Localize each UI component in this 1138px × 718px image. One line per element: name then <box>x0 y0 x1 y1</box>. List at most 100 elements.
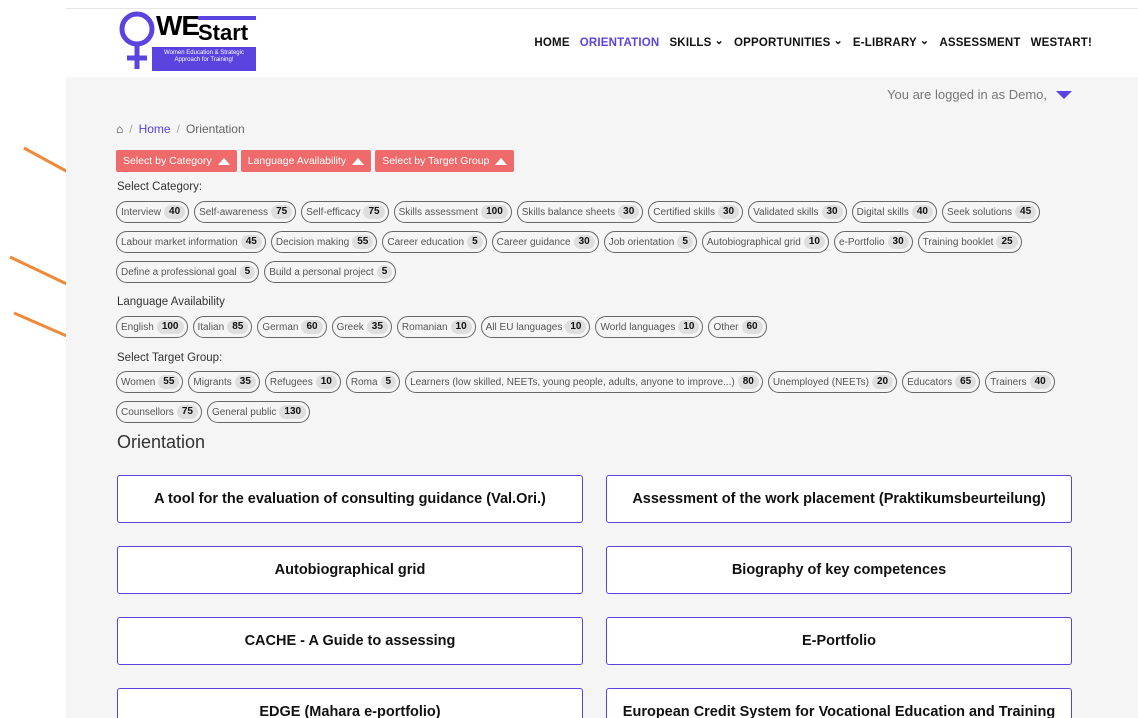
count-badge: 25 <box>996 235 1018 249</box>
breadcrumb-current: Orientation <box>185 122 245 136</box>
chip-seek-solutions[interactable]: Seek solutions 45 <box>941 201 1041 223</box>
chip-digital-skills[interactable]: Digital skills 40 <box>851 201 937 223</box>
tool-card-biography-of-key-competences[interactable]: Biography of key competences <box>606 546 1072 594</box>
count-badge: 60 <box>741 320 763 334</box>
count-badge: 75 <box>363 205 385 219</box>
chip-self-efficacy[interactable]: Self-efficacy 75 <box>301 201 389 223</box>
chip-certified-skills[interactable]: Certified skills 30 <box>648 201 744 223</box>
user-menu-caret-icon[interactable] <box>1056 90 1072 99</box>
select-target-group-label: Select Target Group: <box>117 352 223 364</box>
chip-label: Migrants <box>193 376 232 388</box>
count-badge: 65 <box>955 375 977 389</box>
chip-interview[interactable]: Interview 40 <box>116 201 190 223</box>
chip-all-eu-languages[interactable]: All EU languages 10 <box>480 316 591 338</box>
chip-women[interactable]: Women 55 <box>116 371 184 393</box>
count-badge: 40 <box>911 205 933 219</box>
chip-job-orientation[interactable]: Job orientation 5 <box>603 231 697 253</box>
count-badge: 40 <box>164 205 186 219</box>
breadcrumb: ⌂ / Home / Orientation <box>116 122 245 136</box>
chip-label: Job orientation <box>608 236 675 248</box>
tool-card-a-tool-for-the-evaluation-of-consulting-[interactable]: A tool for the evaluation of consulting … <box>117 475 583 523</box>
nav-orientation[interactable]: ORIENTATION <box>580 37 660 49</box>
chip-trainers[interactable]: Trainers 40 <box>985 371 1055 393</box>
nav-label: E-LIBRARY <box>852 37 917 49</box>
tool-card-european-credit-system-for-vocational-ed[interactable]: European Credit System for Vocational Ed… <box>606 688 1072 718</box>
user-status[interactable]: You are logged in as Demo, <box>887 87 1072 102</box>
nav-opportunities[interactable]: OPPORTUNITIES ⌄ <box>734 35 843 49</box>
filter-label: Language Availability <box>247 155 347 167</box>
chip-self-awareness[interactable]: Self-awareness 75 <box>194 201 297 223</box>
nav-label: ORIENTATION <box>579 37 660 49</box>
chip-refugees[interactable]: Refugees 10 <box>264 371 341 393</box>
tool-card-autobiographical-grid[interactable]: Autobiographical grid <box>117 546 583 594</box>
chip-learners-low-skilled-neets-young-people-[interactable]: Learners (low skilled, NEETs, young peop… <box>405 371 763 393</box>
chip-validated-skills[interactable]: Validated skills 30 <box>748 201 847 223</box>
target-group-chips: Women 55 Migrants 35 Refugees 10 Roma 5 Learners… <box>116 371 1116 423</box>
chip-labour-market-information[interactable]: Labour market information 45 <box>116 231 266 253</box>
language-chips: English 100 Italian 85 German 60 Greek 35 Romani… <box>116 316 1116 338</box>
chip-italian[interactable]: Italian 85 <box>192 316 253 338</box>
select-by-category-button[interactable]: Select by Category <box>116 150 237 172</box>
nav-e-library[interactable]: E-LIBRARY ⌄ <box>852 35 929 49</box>
language-availability-button[interactable]: Language Availability <box>240 150 372 172</box>
tool-card-cache-a-guide-to-assessing[interactable]: CACHE - A Guide to assessing <box>117 617 583 665</box>
chip-label: Greek <box>336 321 364 333</box>
select-by-target-group-button[interactable]: Select by Target Group <box>375 150 515 172</box>
westart-logo[interactable]: WE Start Women Education & Strategic App… <box>118 11 268 71</box>
chip-career-education[interactable]: Career education 5 <box>382 231 487 253</box>
chip-other[interactable]: Other 60 <box>708 316 767 338</box>
nav-home[interactable]: HOME <box>534 37 569 49</box>
breadcrumb-separator: / <box>176 122 180 136</box>
breadcrumb-home-link[interactable]: Home <box>139 122 171 136</box>
chip-training-booklet[interactable]: Training booklet 25 <box>917 231 1022 253</box>
count-badge: 55 <box>352 235 374 249</box>
chip-romanian[interactable]: Romanian 10 <box>396 316 476 338</box>
count-badge: 20 <box>871 375 894 389</box>
chip-define-a-professional-goal[interactable]: Define a professional goal 5 <box>116 261 260 283</box>
chip-label: Define a professional goal <box>121 266 237 278</box>
home-icon[interactable]: ⌂ <box>116 122 123 136</box>
main-content: You are logged in as Demo, ⌂ / Home / Or… <box>66 77 1138 718</box>
nav-assessment[interactable]: ASSESSMENT <box>939 37 1020 49</box>
chip-skills-assessment[interactable]: Skills assessment 100 <box>393 201 512 223</box>
nav-label: ASSESSMENT <box>939 37 1021 49</box>
chip-english[interactable]: English 100 <box>116 316 188 338</box>
chip-label: Counsellors <box>121 406 174 418</box>
page: WE Start Women Education & Strategic App… <box>0 0 1138 718</box>
tool-card-assessment-of-the-work-placement-praktik[interactable]: Assessment of the work placement (Prakti… <box>606 475 1072 523</box>
count-badge: 45 <box>1015 205 1037 219</box>
chip-label: General public <box>211 406 277 418</box>
chip-educators[interactable]: Educators 65 <box>902 371 981 393</box>
count-badge: 5 <box>380 375 397 389</box>
chip-migrants[interactable]: Migrants 35 <box>188 371 260 393</box>
chip-counsellors[interactable]: Counsellors 75 <box>116 401 202 423</box>
chip-label: Skills assessment <box>398 206 479 218</box>
nav-westart[interactable]: WESTART! <box>1031 37 1092 49</box>
chip-build-a-personal-project[interactable]: Build a personal project 5 <box>264 261 397 283</box>
count-badge: 80 <box>737 375 759 389</box>
chip-label: Women <box>121 376 156 388</box>
chip-label: Romanian <box>401 321 448 333</box>
chip-autobiographical-grid[interactable]: Autobiographical grid 10 <box>701 231 829 253</box>
chip-world-languages[interactable]: World languages 10 <box>595 316 704 338</box>
chip-label: Career guidance <box>496 236 571 248</box>
chip-label: Roma <box>350 376 378 388</box>
tool-card-e-portfolio[interactable]: E-Portfolio <box>606 617 1072 665</box>
nav-label: HOME <box>534 37 570 49</box>
chip-general-public[interactable]: General public 130 <box>206 401 311 423</box>
chip-german[interactable]: German 60 <box>257 316 327 338</box>
chip-roma[interactable]: Roma 5 <box>345 371 401 393</box>
count-badge: 10 <box>803 235 825 249</box>
chip-unemployed-neets[interactable]: Unemployed (NEETs) 20 <box>767 371 898 393</box>
chip-label: Build a personal project <box>269 266 374 278</box>
count-badge: 30 <box>618 205 640 219</box>
chip-skills-balance-sheets[interactable]: Skills balance sheets 30 <box>516 201 644 223</box>
tool-card-edge-mahara-e-portfolio[interactable]: EDGE (Mahara e-portfolio) <box>117 688 583 718</box>
chip-decision-making[interactable]: Decision making 55 <box>270 231 378 253</box>
chip-greek[interactable]: Greek 35 <box>331 316 392 338</box>
count-badge: 55 <box>158 375 180 389</box>
chevron-down-icon: ⌄ <box>833 35 843 47</box>
chip-career-guidance[interactable]: Career guidance 30 <box>491 231 599 253</box>
nav-skills[interactable]: SKILLS ⌄ <box>669 35 724 49</box>
chip-e-portfolio[interactable]: e-Portfolio 30 <box>833 231 913 253</box>
